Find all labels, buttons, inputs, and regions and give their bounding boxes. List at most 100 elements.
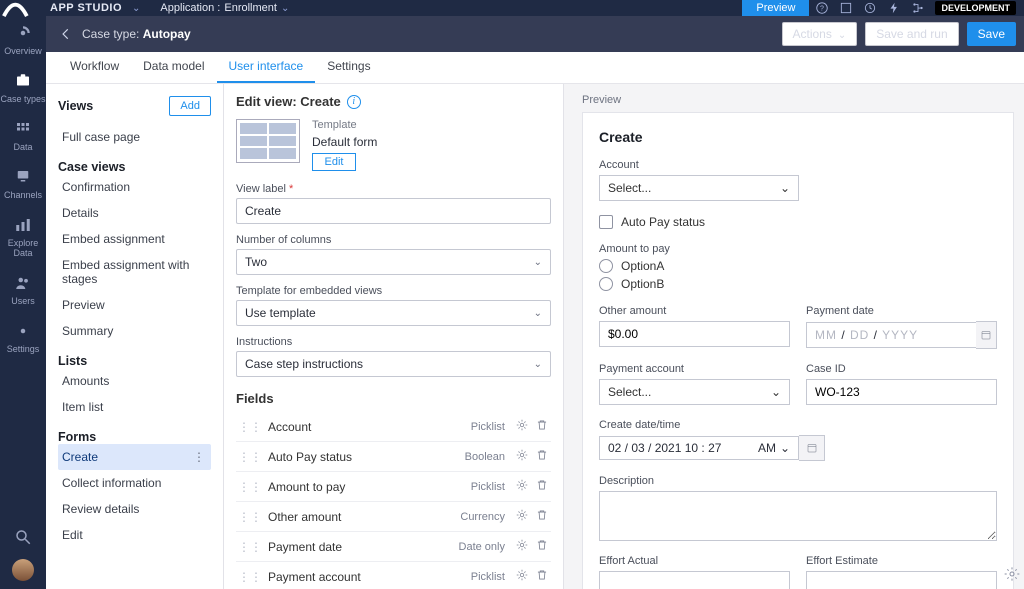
- tab-data-model[interactable]: Data model: [131, 51, 216, 83]
- info-icon[interactable]: i: [347, 95, 361, 109]
- description-input[interactable]: [599, 491, 997, 541]
- create-datetime-input[interactable]: 02 / 03 / 2021 10 : 27 AM⌄: [599, 436, 799, 460]
- studio-switcher[interactable]: ⌄: [122, 3, 150, 14]
- create-datetime-label: Create date/time: [599, 419, 997, 431]
- field-delete-icon[interactable]: [535, 538, 549, 555]
- option-a-radio[interactable]: OptionA: [599, 259, 997, 273]
- settings-gear-icon[interactable]: [1004, 566, 1020, 585]
- vnav-case-types[interactable]: Case types: [0, 64, 46, 112]
- other-amount-input[interactable]: [599, 321, 790, 347]
- calendar-icon[interactable]: [799, 435, 825, 461]
- avatar[interactable]: [12, 559, 34, 581]
- vnav-label: Users: [11, 296, 35, 306]
- case-id-input[interactable]: [806, 379, 997, 405]
- payment-date-input[interactable]: MM / DD / YYYY: [806, 322, 976, 348]
- chevron-down-icon: ⌄: [534, 257, 542, 268]
- view-label-input[interactable]: [236, 198, 551, 224]
- vnav-data[interactable]: Data: [0, 112, 46, 160]
- drag-handle-icon[interactable]: ⋮⋮: [238, 420, 262, 434]
- lists-heading: Lists: [58, 354, 211, 368]
- bolt-icon[interactable]: [883, 0, 905, 16]
- tab-settings[interactable]: Settings: [315, 51, 382, 83]
- chevron-down-icon: ⌄: [281, 3, 289, 14]
- option-b-radio[interactable]: OptionB: [599, 277, 997, 291]
- nav-item[interactable]: Details: [58, 200, 211, 226]
- field-delete-icon[interactable]: [535, 448, 549, 465]
- field-row[interactable]: ⋮⋮AccountPicklist: [236, 412, 551, 442]
- vnav-explore-data[interactable]: Explore Data: [0, 208, 46, 266]
- vnav-overview[interactable]: Overview: [0, 16, 46, 64]
- field-settings-icon[interactable]: [515, 418, 529, 435]
- drag-handle-icon[interactable]: ⋮⋮: [238, 540, 262, 554]
- instructions-select[interactable]: Case step instructions⌄: [236, 351, 551, 377]
- nav-item[interactable]: Embed assignment with stages: [58, 252, 211, 292]
- tree-icon[interactable]: [907, 0, 929, 16]
- tab-user-interface[interactable]: User interface: [217, 51, 316, 83]
- vnav-channels[interactable]: Channels: [0, 160, 46, 208]
- subheader: Case type: Autopay Actions⌄ Save and run…: [46, 16, 1024, 52]
- nav-item[interactable]: Collect information: [58, 470, 211, 496]
- field-type: Picklist: [471, 571, 505, 583]
- field-delete-icon[interactable]: [535, 478, 549, 495]
- help-icon[interactable]: ?: [811, 0, 833, 16]
- field-row[interactable]: ⋮⋮Auto Pay statusBoolean: [236, 442, 551, 472]
- field-delete-icon[interactable]: [535, 508, 549, 525]
- actions-button[interactable]: Actions⌄: [782, 22, 858, 46]
- nav-item-full-case-page[interactable]: Full case page: [58, 124, 211, 150]
- field-settings-icon[interactable]: [515, 568, 529, 585]
- drag-handle-icon[interactable]: ⋮⋮: [238, 570, 262, 584]
- back-button[interactable]: [54, 22, 78, 46]
- save-and-run-button[interactable]: Save and run: [865, 22, 958, 46]
- drag-handle-icon[interactable]: ⋮⋮: [238, 510, 262, 524]
- history-icon[interactable]: [859, 0, 881, 16]
- edit-template-button[interactable]: Edit: [312, 153, 356, 171]
- chevron-down-icon: ⌄: [780, 181, 790, 195]
- field-delete-icon[interactable]: [535, 568, 549, 585]
- nav-item[interactable]: Amounts: [58, 368, 211, 394]
- nav-item[interactable]: Confirmation: [58, 174, 211, 200]
- field-settings-icon[interactable]: [515, 448, 529, 465]
- field-settings-icon[interactable]: [515, 478, 529, 495]
- vnav-settings[interactable]: Settings: [0, 314, 46, 362]
- embed-template-select[interactable]: Use template⌄: [236, 300, 551, 326]
- tab-workflow[interactable]: Workflow: [58, 51, 131, 83]
- content-area: Views Add Full case page Case views Conf…: [46, 84, 1024, 589]
- field-settings-icon[interactable]: [515, 508, 529, 525]
- effort-estimate-label: Effort Estimate: [806, 555, 997, 567]
- field-row[interactable]: ⋮⋮Payment dateDate only: [236, 532, 551, 562]
- inbox-icon[interactable]: [835, 0, 857, 16]
- account-select[interactable]: Select...⌄: [599, 175, 799, 201]
- columns-select[interactable]: Two⌄: [236, 249, 551, 275]
- application-switcher[interactable]: Application : Enrollment ⌄: [150, 2, 299, 14]
- vnav-users[interactable]: Users: [0, 266, 46, 314]
- nav-item[interactable]: Item list: [58, 394, 211, 420]
- nav-item[interactable]: Summary: [58, 318, 211, 344]
- effort-estimate-input[interactable]: [806, 571, 997, 589]
- nav-item[interactable]: Preview: [58, 292, 211, 318]
- nav-item[interactable]: Edit: [58, 522, 211, 548]
- nav-item[interactable]: Embed assignment: [58, 226, 211, 252]
- nav-item[interactable]: Create⋮: [58, 444, 211, 470]
- field-settings-icon[interactable]: [515, 538, 529, 555]
- add-view-button[interactable]: Add: [169, 96, 211, 116]
- preview-card: Create Account Select...⌄ Auto Pay statu…: [582, 112, 1014, 589]
- field-row[interactable]: ⋮⋮Other amountCurrency: [236, 502, 551, 532]
- radio-icon: [599, 259, 613, 273]
- calendar-icon[interactable]: [976, 321, 997, 349]
- field-row[interactable]: ⋮⋮Payment accountPicklist: [236, 562, 551, 589]
- field-delete-icon[interactable]: [535, 418, 549, 435]
- preview-button[interactable]: Preview: [742, 0, 809, 16]
- kebab-menu-icon[interactable]: ⋮: [193, 450, 205, 464]
- save-button[interactable]: Save: [967, 22, 1016, 46]
- payment-account-select[interactable]: Select...⌄: [599, 379, 790, 405]
- drag-handle-icon[interactable]: ⋮⋮: [238, 450, 262, 464]
- effort-actual-input[interactable]: [599, 571, 790, 589]
- vertical-nav: Overview Case types Data Channels Explor…: [0, 0, 46, 589]
- autopay-checkbox[interactable]: Auto Pay status: [599, 215, 997, 229]
- search-icon[interactable]: [14, 528, 32, 549]
- other-amount-label: Other amount: [599, 305, 790, 317]
- chevron-down-icon: ⌄: [534, 359, 542, 370]
- drag-handle-icon[interactable]: ⋮⋮: [238, 480, 262, 494]
- nav-item[interactable]: Review details: [58, 496, 211, 522]
- field-row[interactable]: ⋮⋮Amount to payPicklist: [236, 472, 551, 502]
